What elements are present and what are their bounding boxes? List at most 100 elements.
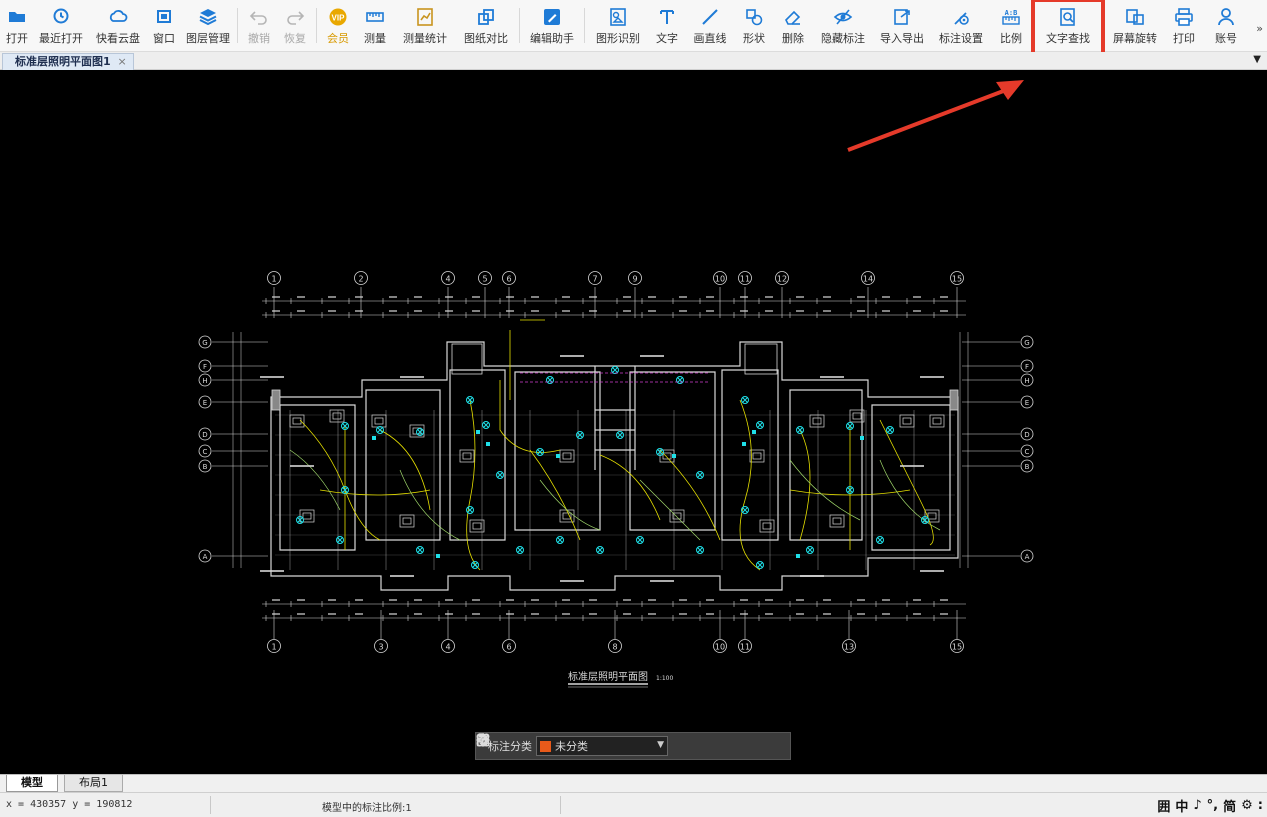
hide-annotation-button[interactable]: 隐藏标注 xyxy=(812,0,874,51)
cloud-icon xyxy=(108,8,128,26)
cloud-button[interactable]: 快看云盘 xyxy=(90,0,146,51)
shape-icon xyxy=(744,8,764,26)
text-search-button[interactable]: 文字查找 xyxy=(1031,0,1105,57)
annotation-settings-button[interactable]: 标注设置 xyxy=(930,0,992,51)
cursor-coordinates: x = 430357 y = 190812 xyxy=(6,799,133,810)
axis-label-right: G xyxy=(1024,339,1029,347)
window-button[interactable]: 窗口 xyxy=(146,0,182,51)
axis-label-left: F xyxy=(203,363,207,371)
line-icon xyxy=(700,8,720,26)
ime-item[interactable]: 囲 xyxy=(1157,796,1170,815)
annotation-toolbar: 标注分类 未分类 ▼ xyxy=(475,732,791,760)
scale-label: 比例 xyxy=(1000,32,1022,45)
ime-item[interactable]: °, xyxy=(1207,798,1218,813)
axis-label-top: 4 xyxy=(445,275,450,284)
ime-item[interactable]: ♪ xyxy=(1193,798,1201,813)
account-button[interactable]: 账号 xyxy=(1204,0,1248,51)
line-button[interactable]: 画直线 xyxy=(686,0,734,51)
cad-drawing: 1 2 4 5 6 7 9 10 11 12 14 151 3 4 6 8 10 11 13 15G GF FH HE ED D… xyxy=(198,80,1034,688)
recent-button[interactable]: 最近打开 xyxy=(32,0,90,51)
eye-off-icon xyxy=(833,8,853,26)
text-button[interactable]: 文字 xyxy=(648,0,686,51)
ruler-icon xyxy=(365,8,385,26)
ime-item[interactable]: 简 xyxy=(1223,796,1236,815)
ime-item[interactable]: ⚙ xyxy=(1241,798,1253,813)
redo-button[interactable]: 恢复 xyxy=(277,0,313,51)
ime-item[interactable]: : xyxy=(1258,798,1263,813)
folder-open-icon xyxy=(7,8,27,26)
toolbar-more-icon[interactable]: » xyxy=(1256,22,1263,35)
drawing-canvas[interactable]: 1 2 4 5 6 7 9 10 11 12 14 15 1 3 4 6 8 10 11 13 15 G G F F H H E E D D… xyxy=(0,70,1267,774)
document-tab[interactable]: 标准层照明平面图1 × xyxy=(2,53,134,70)
tab-model[interactable]: 模型 xyxy=(6,775,58,792)
axis-label-bottom: 10 xyxy=(715,643,725,652)
scale-button[interactable]: A:B 比例 xyxy=(992,0,1030,51)
print-label: 打印 xyxy=(1173,32,1195,45)
axis-label-top: 10 xyxy=(715,275,725,284)
measure-stats-icon xyxy=(415,8,435,26)
document-tab-label: 标准层照明平面图1 xyxy=(15,55,111,68)
measure-stats-button[interactable]: 测量统计 xyxy=(394,0,456,51)
annotation-category-label: 标注分类 xyxy=(488,740,532,753)
open-label: 打开 xyxy=(6,32,28,45)
axis-label-right: B xyxy=(1025,463,1030,471)
delete-button[interactable]: 删除 xyxy=(774,0,812,51)
drawing-scale: 1:100 xyxy=(656,675,673,682)
chevron-down-icon: ▼ xyxy=(657,740,664,750)
move-icon[interactable] xyxy=(476,733,720,756)
corridor-wiring xyxy=(520,372,710,383)
import-export-button[interactable]: 导入导出 xyxy=(874,0,930,51)
ime-item[interactable]: 中 xyxy=(1175,796,1188,815)
edit-icon[interactable] xyxy=(476,734,694,756)
axis-label-top: 14 xyxy=(863,275,873,284)
close-icon[interactable]: × xyxy=(117,54,126,70)
print-button[interactable]: 打印 xyxy=(1164,0,1204,51)
axis-label-bottom: 8 xyxy=(612,643,617,652)
hide-annotation-label: 隐藏标注 xyxy=(821,32,865,45)
fixtures xyxy=(289,409,945,533)
shape-label: 形状 xyxy=(743,32,765,45)
redo-icon xyxy=(285,8,305,26)
delete-label: 删除 xyxy=(782,32,804,45)
edit-assistant-button[interactable]: 编辑助手 xyxy=(523,0,581,51)
axis-label-left: D xyxy=(202,431,207,439)
shape-recognize-icon xyxy=(608,8,628,26)
annotation-settings-label: 标注设置 xyxy=(939,32,983,45)
history-icon xyxy=(51,8,71,26)
annotation-category-select[interactable]: 未分类 ▼ xyxy=(536,736,668,756)
vip-icon: VIP xyxy=(328,8,348,26)
shape-recognize-button[interactable]: 图形识别 xyxy=(588,0,648,51)
tab-layout1[interactable]: 布局1 xyxy=(64,775,123,792)
copy-icon[interactable] xyxy=(477,733,746,756)
printer-icon xyxy=(1174,8,1194,26)
measure-button[interactable]: 测量 xyxy=(356,0,394,51)
open-button[interactable]: 打开 xyxy=(2,0,32,51)
axis-label-right: H xyxy=(1024,377,1029,385)
layer-button[interactable]: 图层管理 xyxy=(182,0,234,51)
axis-label-top: 12 xyxy=(777,275,787,284)
text-icon xyxy=(657,8,677,26)
measure-label: 测量 xyxy=(364,32,386,45)
axis-label-bottom: 13 xyxy=(844,643,854,652)
import-export-label: 导入导出 xyxy=(880,32,924,45)
line-label: 画直线 xyxy=(693,32,727,45)
screen-rotate-button[interactable]: 屏幕旋转 xyxy=(1106,0,1164,51)
stair-boxes xyxy=(271,343,959,411)
recent-label: 最近打开 xyxy=(39,32,83,45)
status-divider xyxy=(210,796,211,814)
screen-rotate-label: 屏幕旋转 xyxy=(1113,32,1157,45)
svg-text:A:B: A:B xyxy=(1005,9,1018,17)
shape-button[interactable]: 形状 xyxy=(734,0,774,51)
vip-button[interactable]: VIP 会员 xyxy=(320,0,356,51)
axis-label-top: 7 xyxy=(592,275,597,284)
settings-icon xyxy=(951,8,971,26)
axis-label-bottom: 11 xyxy=(740,643,750,652)
category-color-swatch xyxy=(540,740,551,752)
undo-button[interactable]: 撤销 xyxy=(241,0,277,51)
axis-label-bottom: 1 xyxy=(271,643,276,652)
compare-button[interactable]: 图纸对比 xyxy=(456,0,516,51)
tab-dropdown-icon[interactable]: ▼ xyxy=(1253,54,1261,65)
paste-icon[interactable] xyxy=(476,733,772,756)
axis-label-right: D xyxy=(1024,431,1029,439)
axis-label-right: A xyxy=(1025,553,1030,561)
